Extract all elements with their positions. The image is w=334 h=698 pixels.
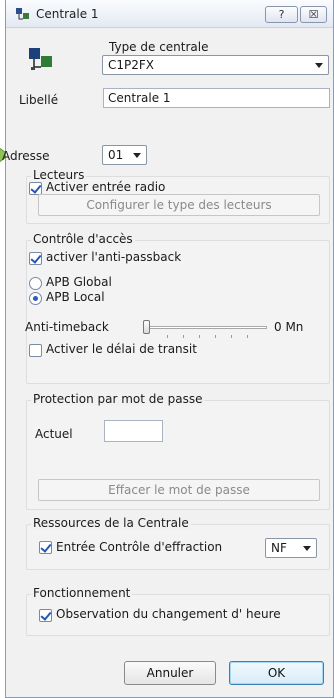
transit-checkbox[interactable] bbox=[29, 344, 42, 357]
antipassback-label: activer l'anti-passback bbox=[46, 250, 182, 264]
libelle-input[interactable]: Centrale 1 bbox=[103, 88, 330, 108]
password-title: Protection par mot de passe bbox=[31, 392, 205, 406]
effraction-select[interactable]: NF bbox=[265, 538, 317, 558]
slider-tick bbox=[167, 335, 168, 338]
controller-icon bbox=[16, 8, 29, 20]
cancel-button[interactable]: Annuler bbox=[124, 661, 216, 685]
title-bar: Centrale 1 ? ☒ bbox=[6, 0, 333, 28]
clear-password-button[interactable]: Effacer le mot de passe bbox=[38, 479, 320, 501]
close-button[interactable]: ☒ bbox=[300, 6, 327, 23]
observation-label: Observation du changement d' heure bbox=[56, 607, 281, 621]
apb-local-radio[interactable] bbox=[29, 292, 42, 305]
configure-readers-button[interactable]: Configurer le type des lecteurs bbox=[38, 194, 320, 216]
antitimeback-slider-track[interactable] bbox=[143, 326, 267, 329]
effraction-checkbox[interactable] bbox=[39, 541, 52, 554]
antitimeback-value: 0 Mn bbox=[274, 320, 304, 334]
apb-global-label: APB Global bbox=[46, 275, 112, 289]
adresse-select-value: 01 bbox=[108, 148, 124, 162]
chevron-down-icon bbox=[315, 63, 323, 68]
type-label: Type de centrale bbox=[109, 40, 209, 54]
operation-title: Fonctionnement bbox=[31, 586, 133, 600]
slider-tick bbox=[231, 335, 232, 338]
antipassback-checkbox[interactable] bbox=[29, 252, 42, 265]
transit-label: Activer le délai de transit bbox=[46, 342, 197, 356]
chevron-down-icon bbox=[303, 546, 311, 551]
window-title: Centrale 1 bbox=[36, 7, 99, 21]
libelle-label: Libellé bbox=[19, 93, 59, 107]
apb-global-radio[interactable] bbox=[29, 277, 42, 290]
help-button[interactable]: ? bbox=[265, 6, 298, 23]
actuel-password-input[interactable] bbox=[104, 420, 163, 442]
observation-checkbox[interactable] bbox=[39, 609, 52, 622]
antitimeback-label: Anti-timeback bbox=[25, 320, 109, 334]
type-select[interactable]: C1P2FX bbox=[102, 55, 329, 75]
apb-local-label: APB Local bbox=[46, 290, 105, 304]
ok-button[interactable]: OK bbox=[229, 661, 324, 685]
slider-tick bbox=[199, 335, 200, 338]
chevron-down-icon bbox=[133, 153, 141, 158]
centrale-icon bbox=[29, 48, 52, 70]
effraction-select-value: NF bbox=[271, 541, 287, 555]
slider-tick bbox=[215, 335, 216, 338]
slider-tick bbox=[183, 335, 184, 338]
effraction-label: Entrée Contrôle d'effraction bbox=[56, 540, 223, 554]
actuel-label: Actuel bbox=[35, 427, 73, 441]
radio-checkbox-label: Activer entrée radio bbox=[46, 180, 166, 194]
adresse-label: Adresse bbox=[2, 149, 50, 163]
resources-title: Ressources de la Centrale bbox=[31, 516, 191, 530]
access-control-title: Contrôle d'accès bbox=[31, 232, 135, 246]
type-select-value: C1P2FX bbox=[108, 58, 155, 72]
dialog-window: Centrale 1 ? ☒ Type de centrale C1P2FX L… bbox=[2, 0, 334, 698]
antitimeback-slider-thumb[interactable] bbox=[143, 320, 150, 334]
slider-tick bbox=[247, 335, 248, 338]
adresse-select[interactable]: 01 bbox=[102, 145, 147, 165]
